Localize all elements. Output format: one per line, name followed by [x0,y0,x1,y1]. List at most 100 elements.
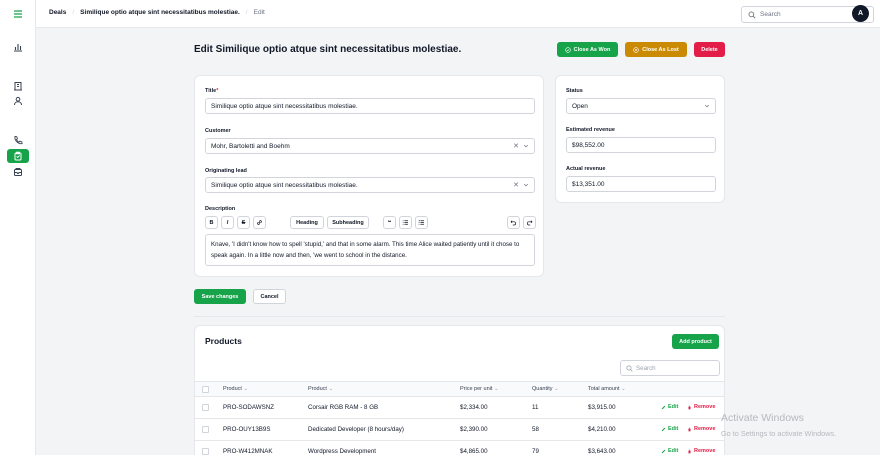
product-name: Corsair RGB RAM - 8 GB [308,404,379,411]
bullet-list-button[interactable] [399,216,412,229]
product-total: $3,643.00 [588,448,616,455]
delete-button[interactable]: Delete [694,42,725,57]
clear-icon[interactable]: ✕ [513,181,519,189]
breadcrumb-deal[interactable]: Similique optio atque sint necessitatibu… [80,9,240,16]
users-icon[interactable] [9,94,27,108]
search-icon [626,365,633,372]
cancel-button[interactable]: Cancel [253,289,286,304]
edit-row-button[interactable]: Edit [661,426,678,432]
edit-row-button[interactable]: Edit [661,448,678,454]
remove-row-button[interactable]: Remove [687,404,715,410]
column-header[interactable]: Product ⌄ [223,386,248,392]
chevron-down-icon [523,144,529,148]
actual-revenue-label: Actual revenue [566,166,606,172]
avatar[interactable]: A [852,5,869,22]
customer-label: Customer [205,128,231,134]
strike-button[interactable]: S [237,216,250,229]
row-checkbox[interactable] [202,448,209,455]
check-circle-icon [564,46,571,53]
title-value: Similique optio atque sint necessitatibu… [211,102,358,110]
close-as-lost-button[interactable]: Close As Lost [625,42,687,57]
product-total: $3,915.00 [588,404,616,411]
product-sku: PRO-OUY13B9S [223,426,271,433]
status-select[interactable]: Open [566,98,716,114]
ordered-list-button[interactable] [415,216,428,229]
inbox-icon[interactable] [9,165,27,179]
product-name: Wordpress Development [308,448,376,455]
product-sku: PRO-SODAWSNZ [223,404,274,411]
link-button[interactable] [253,216,266,229]
products-search-input[interactable]: Search [620,360,720,376]
breadcrumb: Deals / Similique optio atque sint neces… [49,9,265,16]
search-icon [748,11,756,19]
trash-icon [688,449,691,453]
chart-icon[interactable] [9,40,27,54]
italic-button[interactable]: I [221,216,234,229]
estimated-revenue-value: $98,552.00 [572,141,605,149]
subheading-button[interactable]: Subheading [327,216,369,229]
products-title: Products [205,336,242,346]
actual-revenue-input[interactable]: $13,351.00 [566,176,716,192]
product-quantity: 79 [532,448,539,455]
row-checkbox[interactable] [202,426,209,433]
table-row: PRO-W412MNAK Wordpress Development $4,86… [195,441,724,455]
quote-button[interactable]: ❝ [383,216,396,229]
clear-icon[interactable]: ✕ [513,142,519,150]
products-search-placeholder: Search [636,365,656,372]
phone-icon[interactable] [9,133,27,147]
ordered-list-icon [418,219,424,225]
customer-select[interactable]: Mohr, Bartoletti and Boehm ✕ [205,138,535,154]
bullet-list-icon [402,220,408,225]
menu-icon[interactable] [9,7,27,21]
product-name: Dedicated Developer (8 hours/day) [308,426,404,433]
undo-button[interactable] [507,216,520,229]
building-icon[interactable] [9,79,27,93]
remove-row-button[interactable]: Remove [687,448,715,454]
breadcrumb-deals[interactable]: Deals [49,9,66,16]
select-all-checkbox[interactable] [202,386,209,393]
deal-summary-card: Status Open Estimated revenue $98,552.00… [555,75,725,203]
deal-form-card: Title* Similique optio atque sint necess… [194,75,544,277]
pencil-icon [661,405,666,409]
status-label: Status [566,88,583,94]
save-changes-button[interactable]: Save changes [194,289,246,304]
deals-icon[interactable] [7,149,29,163]
editor-toolbar: B I S Heading Subheading ❝ [205,216,536,230]
redo-icon [527,220,533,226]
product-price: $4,865.00 [460,448,488,455]
column-header[interactable]: Product ⌄ [308,386,333,392]
edit-row-button[interactable]: Edit [661,404,678,410]
redo-button[interactable] [523,216,536,229]
product-price: $2,390.00 [460,426,488,433]
product-quantity: 58 [532,426,539,433]
breadcrumb-separator: / [245,9,248,16]
product-sku: PRO-W412MNAK [223,448,273,455]
undo-icon [510,220,516,226]
pencil-icon [661,449,666,453]
title-input[interactable]: Similique optio atque sint necessitatibu… [205,98,535,114]
column-header[interactable]: Price per unit ⌄ [460,386,499,392]
products-table-header: Product ⌄ Product ⌄ Price per unit ⌄ Qua… [195,381,724,397]
bold-button[interactable]: B [205,216,218,229]
estimated-revenue-input[interactable]: $98,552.00 [566,137,716,153]
column-header[interactable]: Quantity ⌄ [532,386,559,392]
page-title: Edit Similique optio atque sint necessit… [194,44,462,55]
close-as-won-button[interactable]: Close As Won [557,42,618,57]
x-circle-icon [633,46,639,53]
customer-value: Mohr, Bartoletti and Boehm [211,142,290,150]
heading-button[interactable]: Heading [290,216,324,229]
remove-row-button[interactable]: Remove [687,426,715,432]
lead-select[interactable]: Similique optio atque sint necessitatibu… [205,177,535,193]
column-header[interactable]: Total amount ⌄ [588,386,626,392]
description-editor[interactable]: Knave, 'I didn't know how to spell 'stup… [205,234,535,266]
actual-revenue-value: $13,351.00 [572,180,605,188]
top-bar: Deals / Similique optio atque sint neces… [36,0,880,28]
estimated-revenue-label: Estimated revenue [566,127,615,133]
sidebar [0,0,36,455]
row-checkbox[interactable] [202,404,209,411]
product-quantity: 11 [532,404,539,411]
section-divider [194,316,725,317]
add-product-button[interactable]: Add product [672,334,719,349]
lead-label: Originating lead [205,168,247,174]
status-value: Open [572,102,588,110]
